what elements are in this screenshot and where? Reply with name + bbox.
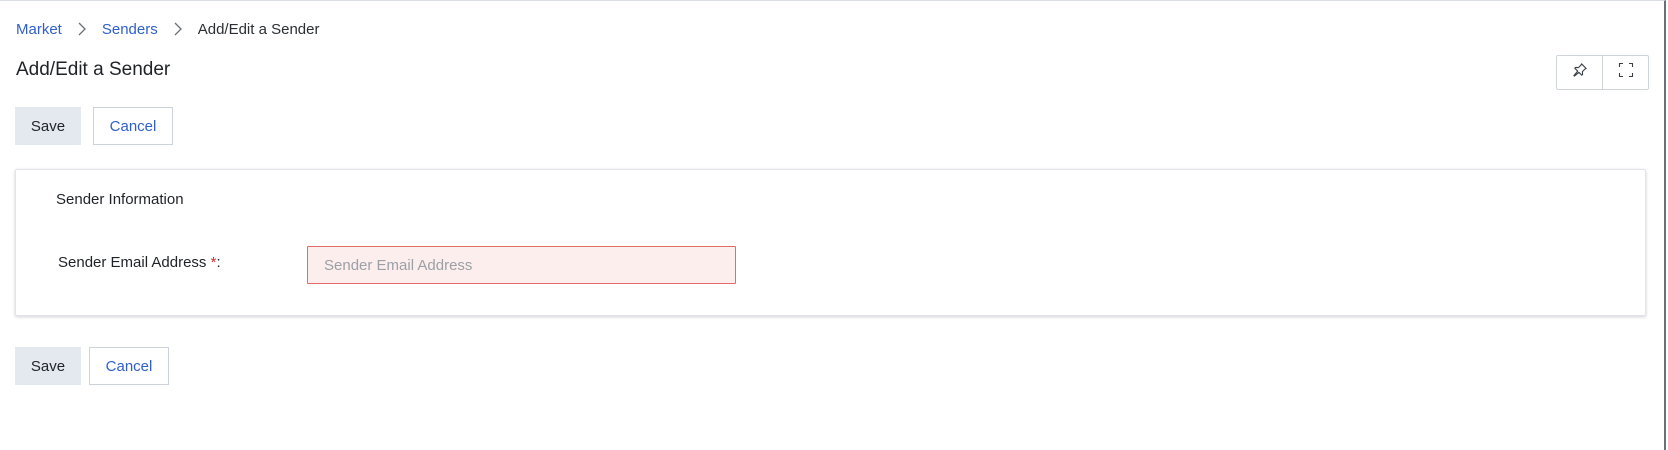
save-button[interactable]: Save [15, 107, 81, 145]
sender-email-label: Sender Email Address *: [58, 254, 221, 271]
save-button[interactable]: Save [15, 347, 81, 385]
pin-button[interactable] [1557, 56, 1602, 89]
sender-email-input[interactable] [307, 246, 736, 284]
cancel-button[interactable]: Cancel [89, 347, 169, 385]
sender-information-panel: Sender Information Sender Email Address … [15, 169, 1646, 316]
top-action-bar: Save Cancel [15, 107, 173, 145]
cancel-button[interactable]: Cancel [93, 107, 173, 145]
panel-title: Sender Information [56, 191, 184, 208]
sender-email-label-text: Sender Email Address [58, 254, 207, 271]
bottom-action-bar: Save Cancel [15, 347, 169, 385]
chevron-right-icon [62, 21, 102, 37]
fullscreen-button[interactable] [1602, 56, 1648, 89]
fullscreen-icon [1618, 62, 1634, 83]
breadcrumb-current: Add/Edit a Sender [197, 20, 320, 38]
label-suffix: : [216, 254, 221, 271]
chevron-right-icon [158, 21, 198, 37]
breadcrumb: Market Senders Add/Edit a Sender [16, 19, 319, 39]
breadcrumb-link-senders[interactable]: Senders [102, 21, 158, 38]
header-tools [1556, 55, 1649, 90]
breadcrumb-link-market[interactable]: Market [16, 21, 62, 38]
pin-icon [1572, 62, 1588, 83]
page-title: Add/Edit a Sender [16, 59, 171, 80]
